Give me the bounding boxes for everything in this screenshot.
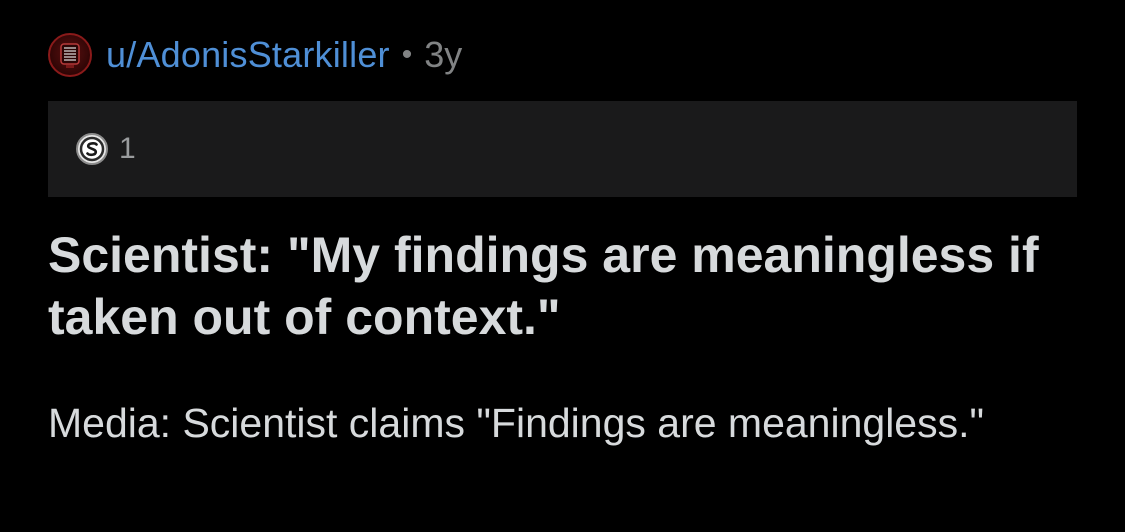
post-card: u/AdonisStarkiller • 3y 1 Scientist: "My… [0, 0, 1125, 532]
awards-bar[interactable]: 1 [48, 101, 1077, 197]
post-title[interactable]: Scientist: "My findings are meaningless … [48, 224, 1088, 348]
post-body: Media: Scientist claims "Findings are me… [48, 400, 985, 446]
red-avatar-icon [60, 43, 80, 68]
author-username[interactable]: u/AdonisStarkiller [106, 34, 390, 76]
post-age: 3y [424, 34, 463, 75]
award-count: 1 [119, 132, 136, 165]
silver-award-icon[interactable] [75, 132, 109, 166]
avatar[interactable] [48, 33, 92, 77]
post-meta: u/AdonisStarkiller • 3y [48, 32, 462, 78]
meta-separator: • [401, 38, 413, 71]
